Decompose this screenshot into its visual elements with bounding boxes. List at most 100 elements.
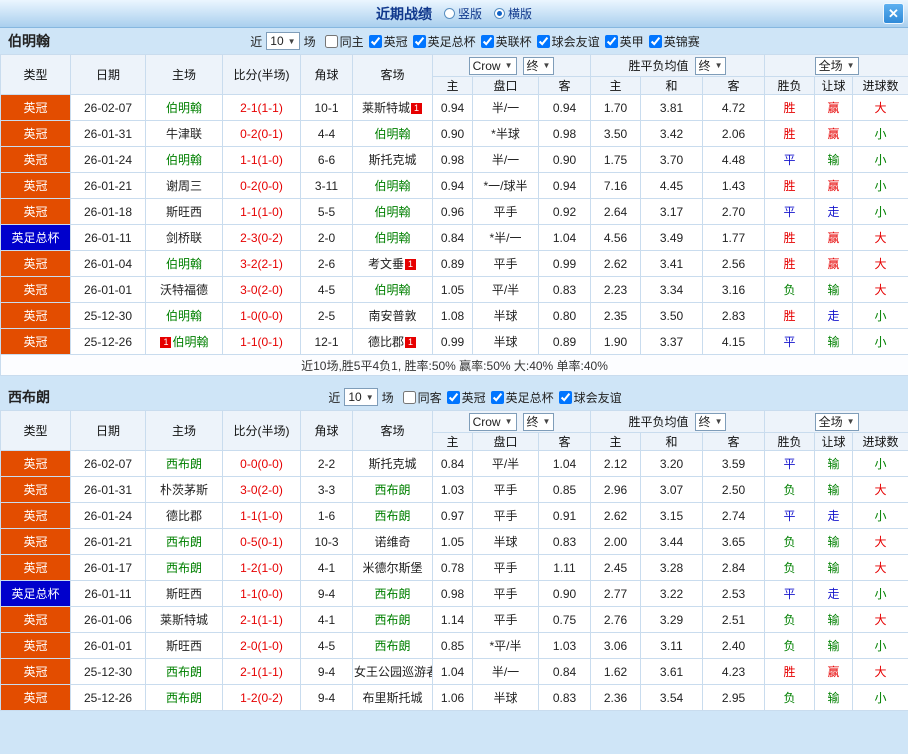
col-header-away: 客场 (352, 54, 433, 95)
filter-英冠[interactable]: 英冠 (364, 33, 408, 50)
away-team-cell: 西布朗 (352, 580, 433, 607)
handicap-stage-select[interactable]: 终 ▼ (522, 412, 555, 431)
team-label: 西布朗 (165, 457, 202, 471)
filter-checkbox[interactable] (604, 34, 618, 48)
away-team-cell: 南安普敦 (352, 302, 433, 329)
near-label: 近 (250, 34, 263, 49)
filter-checkboxes: 同主 英冠 英足总杯 英联杯 球会友谊 英甲 英锦赛 (320, 33, 700, 50)
scope-select[interactable]: 全场 ▼ (814, 56, 859, 75)
scope-select[interactable]: 全场 ▼ (814, 412, 859, 431)
team-label: 西布朗 (374, 639, 411, 653)
recent-record-panel: 近期战绩 竖版 横版 ✕ 伯明翰 近 10 ▼ 场 同主 英冠 英足总杯 英联杯 球会友… (0, 0, 908, 754)
eu-away-odds-cell: 3.16 (701, 276, 766, 303)
ah-away-odds-cell: 0.83 (538, 276, 591, 303)
team-label: 谢周三 (165, 179, 202, 193)
team-label: 诺维奇 (374, 535, 411, 549)
goals-result-cell: 小 (852, 632, 908, 659)
ah-home-odds-cell: 0.90 (432, 120, 473, 147)
eu-home-odds-cell: 2.76 (590, 606, 641, 633)
away-team-cell: 西布朗 (352, 476, 433, 503)
team-label: 斯旺西 (165, 205, 202, 219)
chevron-down-icon: ▼ (846, 61, 855, 70)
date-cell: 25-12-30 (70, 302, 146, 329)
team-label: 伯明翰 (374, 205, 411, 219)
filter-英锦赛[interactable]: 英锦赛 (644, 33, 700, 50)
near-label: 近 (328, 390, 341, 405)
handicap-header: Crow ▼ 终 ▼ (432, 410, 591, 433)
filter-checkbox[interactable] (368, 34, 382, 48)
corner-cell: 2-0 (300, 224, 353, 251)
team-label: 伯明翰 (172, 335, 209, 349)
wdl-result-cell: 平 (764, 580, 816, 607)
eu-away-odds-cell: 2.51 (701, 606, 766, 633)
wdl-result-cell: 胜 (764, 658, 816, 685)
goals-result-cell: 大 (852, 276, 908, 303)
match-row: 英冠 26-02-07 西布朗 0-0(0-0) 2-2 斯托克城 0.84 平/半 1.04 2… (0, 450, 908, 477)
ah-home-odds-cell: 0.78 (432, 554, 473, 581)
eu-away-odds-cell: 1.43 (701, 172, 766, 199)
filter-checkbox[interactable] (536, 34, 550, 48)
ah-away-odds-cell: 0.98 (538, 120, 591, 147)
match-row: 英冠 25-12-26 西布朗 1-2(0-2) 9-4 布里斯托城 1.06 半球 0.83 2… (0, 684, 908, 711)
wdl-result-cell: 胜 (764, 172, 816, 199)
europe-stage-select[interactable]: 终 ▼ (694, 56, 727, 75)
bookmaker-select[interactable]: Crow ▼ (468, 56, 517, 75)
filter-checkbox[interactable] (490, 390, 504, 404)
match-count-select[interactable]: 10 ▼ (344, 388, 378, 406)
home-team-cell: 1 伯明翰 (145, 328, 223, 355)
handicap-stage-select[interactable]: 终 ▼ (522, 56, 555, 75)
close-button[interactable]: ✕ (883, 3, 904, 24)
eu-home-odds-cell: 1.62 (590, 658, 641, 685)
handicap-cell: 平手 (472, 198, 539, 225)
match-row: 英冠 26-01-31 牛津联 0-2(0-1) 4-4 伯明翰 0.90 *半球 0.98 3.… (0, 120, 908, 147)
filter-球会友谊[interactable]: 球会友谊 (532, 33, 600, 50)
filter-同主[interactable]: 同主 (320, 33, 364, 50)
eu-draw-odds-cell: 3.44 (640, 528, 703, 555)
handicap-cell: 平/半 (472, 276, 539, 303)
eu-away-odds-cell: 2.50 (701, 476, 766, 503)
panel-title: 近期战绩 (375, 5, 432, 22)
filter-checkbox[interactable] (558, 390, 572, 404)
eu-draw-odds-cell: 3.49 (640, 224, 703, 251)
filter-checkbox[interactable] (324, 34, 338, 48)
filter-英足总杯[interactable]: 英足总杯 (408, 33, 476, 50)
filter-checkbox[interactable] (648, 34, 662, 48)
corner-cell: 9-4 (300, 684, 353, 711)
filter-checkbox[interactable] (412, 34, 426, 48)
filter-英冠[interactable]: 英冠 (442, 389, 486, 406)
corner-cell: 6-6 (300, 146, 353, 173)
filter-checkbox[interactable] (402, 390, 416, 404)
filter-球会友谊[interactable]: 球会友谊 (554, 389, 622, 406)
eu-home-odds-cell: 2.35 (590, 302, 641, 329)
filter-checkbox[interactable] (480, 34, 494, 48)
layout-radio-vertical[interactable]: 竖版 (443, 5, 482, 22)
team-label: 伯明翰 (374, 179, 411, 193)
bookmaker-select[interactable]: Crow ▼ (468, 412, 517, 431)
radio-icon[interactable] (494, 8, 505, 19)
ah-home-odds-cell: 0.94 (432, 94, 473, 121)
europe-stage-select[interactable]: 终 ▼ (694, 412, 727, 431)
eu-home-odds-cell: 2.23 (590, 276, 641, 303)
filter-英甲[interactable]: 英甲 (600, 33, 644, 50)
match-count-select[interactable]: 10 ▼ (266, 32, 300, 50)
layout-radio-horizontal[interactable]: 横版 (494, 5, 532, 22)
away-team-cell: 西布朗 (352, 632, 433, 659)
league-cell: 英冠 (0, 476, 71, 503)
filter-英足总杯[interactable]: 英足总杯 (486, 389, 554, 406)
filter-同客[interactable]: 同客 (398, 389, 442, 406)
league-cell: 英冠 (0, 172, 71, 199)
sub-header-ah-home: 主 (432, 432, 473, 451)
filter-checkbox[interactable] (446, 390, 460, 404)
match-row: 英冠 26-01-18 斯旺西 1-1(1-0) 5-5 伯明翰 0.96 平手 0.92 2.6… (0, 198, 908, 225)
radio-icon[interactable] (443, 8, 455, 19)
team-label: 西布朗 (374, 509, 411, 523)
sub-header-goals: 进球数 (852, 432, 908, 451)
corner-cell: 2-2 (300, 450, 353, 477)
goals-result-cell: 小 (852, 502, 908, 529)
europe-odds-header: 胜平负均值 终 ▼ (589, 410, 766, 433)
result-header: 全场 ▼ (764, 410, 908, 433)
filter-英联杯[interactable]: 英联杯 (476, 33, 532, 50)
home-team-cell: 牛津联 (145, 120, 223, 147)
eu-away-odds-cell: 1.77 (701, 224, 766, 251)
home-team-cell: 莱斯特城 (145, 606, 223, 633)
